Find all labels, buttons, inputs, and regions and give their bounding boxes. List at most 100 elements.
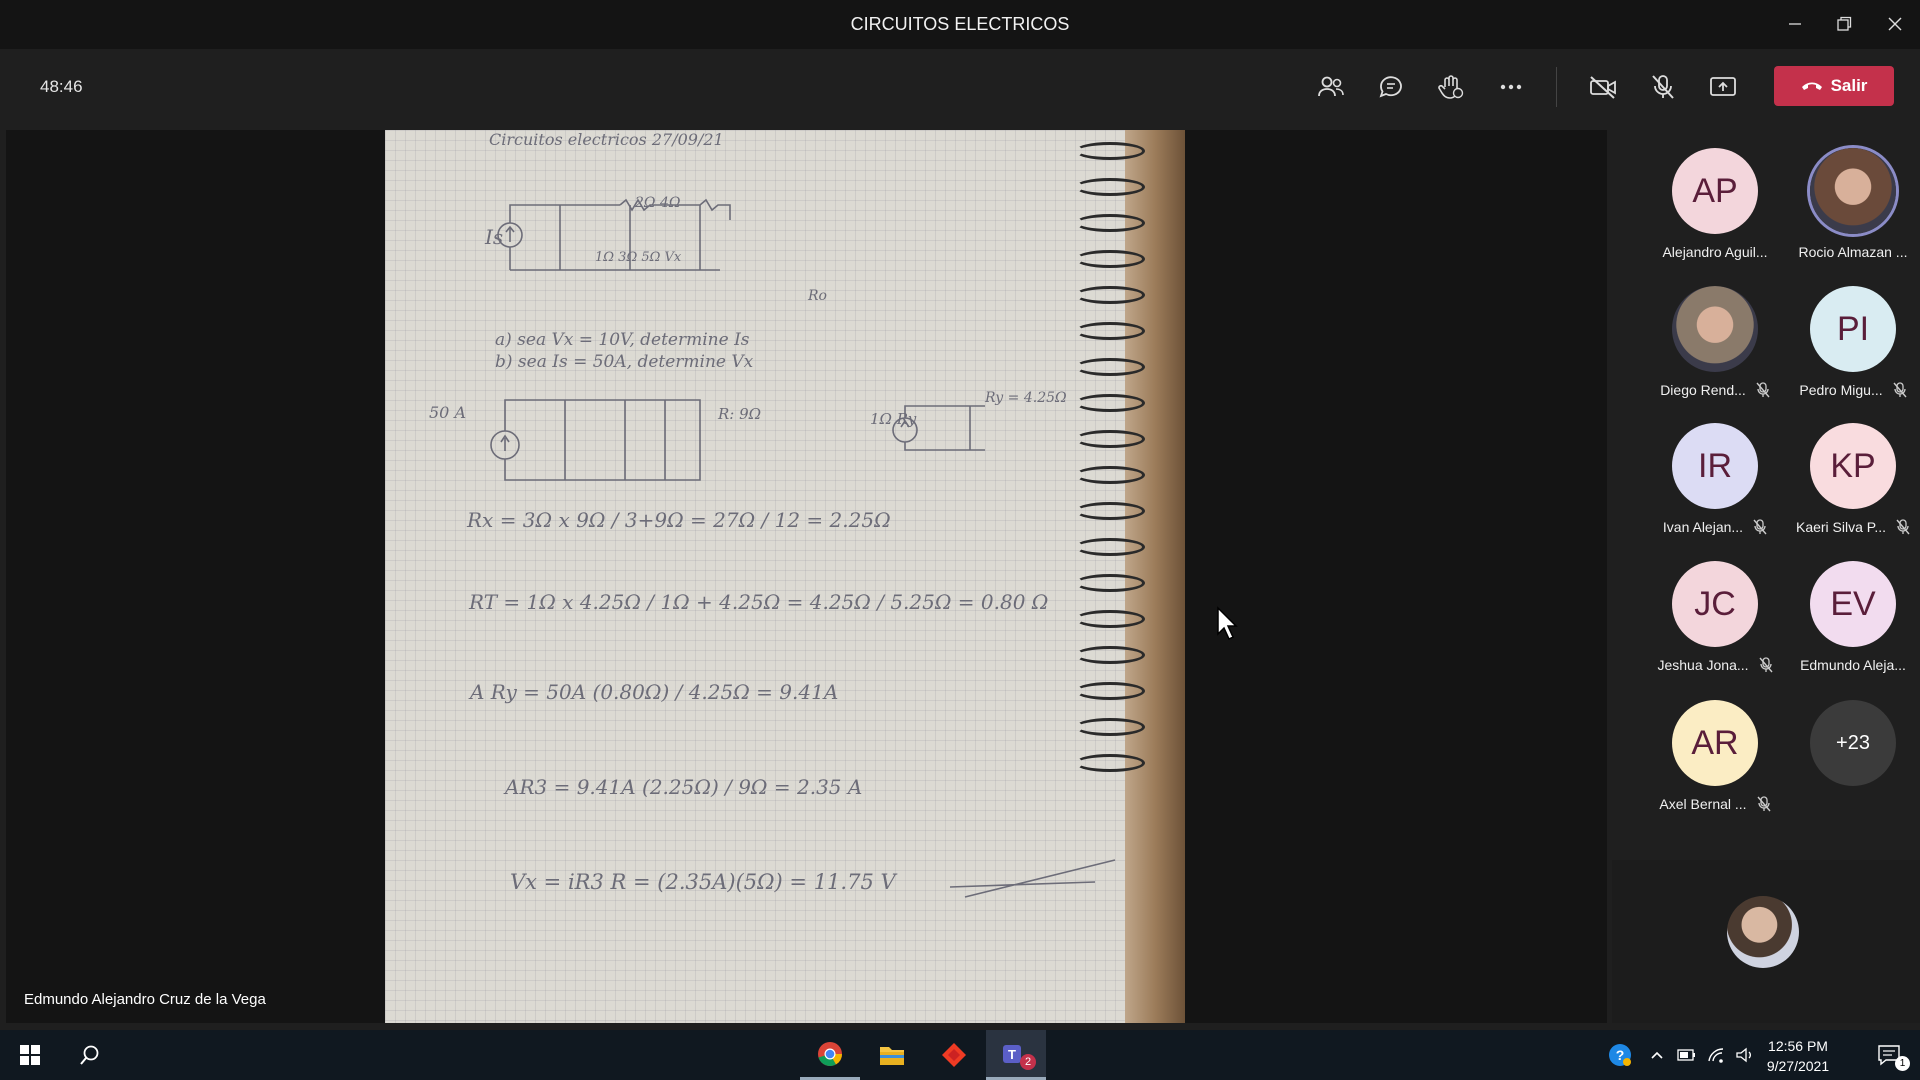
- participant-avatar: EV: [1810, 561, 1896, 647]
- window-title: CIRCUITOS ELECTRICOS: [850, 14, 1070, 34]
- anydesk-taskbar-app[interactable]: [924, 1030, 984, 1080]
- participant-card[interactable]: EV Edmundo Aleja...: [1783, 561, 1920, 691]
- reactions-button[interactable]: [1431, 69, 1471, 105]
- muted-mic-icon: [1893, 382, 1907, 398]
- share-screen-button[interactable]: [1703, 69, 1743, 105]
- participant-avatar: JC: [1672, 561, 1758, 647]
- self-avatar: [1727, 896, 1799, 968]
- windows-taskbar: T 2 ? 12:56 PM 9/27/2021 1: [0, 1030, 1920, 1080]
- notebook-line: AR3 = 9.41A (2.25Ω) / 9Ω = 2.35 A: [505, 775, 863, 799]
- folder-icon: [880, 1047, 904, 1065]
- self-view: [1612, 860, 1920, 1023]
- notebook-line: Vx = iR3 R = (2.35A)(5Ω) = 11.75 V: [510, 870, 896, 894]
- circuit-diagram-1: [497, 198, 731, 271]
- participant-card[interactable]: AR Axel Bernal ...: [1645, 700, 1785, 830]
- battery-tray-icon[interactable]: [1672, 1030, 1702, 1080]
- participant-card[interactable]: Diego Rend...: [1645, 286, 1785, 416]
- participant-photo: [1672, 286, 1758, 372]
- file-explorer-taskbar-app[interactable]: [862, 1030, 922, 1080]
- taskbar-clock[interactable]: 12:56 PM 9/27/2021: [1758, 1036, 1838, 1076]
- notebook-line: Circuitos electricos 27/09/21: [489, 130, 724, 149]
- muted-mic-icon: [1758, 657, 1773, 673]
- participant-card[interactable]: KP Kaeri Silva P...: [1783, 423, 1920, 553]
- participant-name: Ivan Alejan...: [1662, 519, 1744, 535]
- participant-name-row: Axel Bernal ...: [1645, 796, 1785, 812]
- participant-name-row: Alejandro Aguil...: [1645, 244, 1785, 260]
- chrome-taskbar-app[interactable]: [800, 1030, 860, 1080]
- spiral-ring: [1075, 682, 1145, 700]
- participant-name-row: Pedro Migu...: [1783, 382, 1920, 398]
- spiral-ring: [1075, 754, 1145, 772]
- spiral-ring: [1075, 646, 1145, 664]
- participant-name-row: Diego Rend...: [1645, 382, 1785, 398]
- help-tray-icon[interactable]: ?: [1600, 1030, 1640, 1080]
- spiral-ring: [1075, 178, 1145, 196]
- notebook-line: Ro: [808, 288, 827, 304]
- minimize-button[interactable]: [1780, 10, 1810, 38]
- start-button[interactable]: [0, 1030, 60, 1080]
- more-actions-button[interactable]: [1491, 69, 1531, 105]
- ellipsis-icon: [1500, 84, 1522, 90]
- notebook-line: Is: [485, 225, 504, 249]
- teams-badge: 2: [1020, 1054, 1036, 1070]
- spiral-ring: [1075, 322, 1145, 340]
- share-icon: [1710, 77, 1736, 96]
- participant-card[interactable]: Rocio Almazan ...: [1783, 148, 1920, 278]
- chat-button[interactable]: [1371, 69, 1411, 105]
- spiral-ring: [1075, 610, 1145, 628]
- help-icon: ?: [1609, 1044, 1631, 1066]
- title-bar: CIRCUITOS ELECTRICOS: [0, 0, 1920, 49]
- participant-name-row: Rocio Almazan ...: [1783, 244, 1920, 260]
- notebook-line: 50 A: [429, 403, 466, 422]
- wifi-icon: [1708, 1048, 1724, 1063]
- people-icon: [1318, 76, 1344, 97]
- muted-mic-icon: [1896, 519, 1910, 535]
- participant-card[interactable]: AP Alejandro Aguil...: [1645, 148, 1785, 278]
- close-button[interactable]: [1880, 10, 1910, 38]
- notebook-line: RT = 1Ω x 4.25Ω / 1Ω + 4.25Ω = 4.25Ω / 5…: [469, 590, 1049, 614]
- taskbar-search-button[interactable]: [60, 1030, 120, 1080]
- spiral-ring: [1075, 214, 1145, 232]
- svg-text:?: ?: [1616, 1047, 1625, 1063]
- participants-button[interactable]: [1311, 69, 1351, 105]
- notebook-line: b) sea Is = 50A, determine Vx: [495, 352, 754, 372]
- camera-toggle-button[interactable]: [1583, 69, 1623, 105]
- spiral-ring: [1075, 358, 1145, 376]
- action-center-button[interactable]: 1: [1860, 1030, 1920, 1080]
- notebook-line: Ry = 4.25Ω: [985, 390, 1067, 406]
- participant-name: Rocio Almazan ...: [1798, 244, 1908, 260]
- notebook-line: Rx = 3Ω x 9Ω / 3+9Ω = 27Ω / 12 = 2.25Ω: [467, 508, 891, 532]
- restore-button[interactable]: [1829, 10, 1859, 38]
- participant-name-row: Jeshua Jona...: [1645, 657, 1785, 673]
- teams-taskbar-app[interactable]: T 2: [986, 1030, 1046, 1080]
- participant-name: Jeshua Jona...: [1657, 657, 1749, 673]
- meeting-toolbar: 48:46 Salir: [0, 49, 1920, 125]
- tray-overflow-button[interactable]: [1642, 1030, 1672, 1080]
- participant-avatar: IR: [1672, 423, 1758, 509]
- participant-card[interactable]: JC Jeshua Jona...: [1645, 561, 1785, 691]
- leave-button[interactable]: Salir: [1774, 66, 1894, 106]
- spiral-ring: [1075, 574, 1145, 592]
- svg-text:T: T: [1008, 1047, 1016, 1062]
- camera-off-icon: [1590, 76, 1616, 99]
- participant-name: Edmundo Aleja...: [1800, 657, 1906, 673]
- participant-card[interactable]: PI Pedro Migu...: [1783, 286, 1920, 416]
- mic-off-icon: [1652, 75, 1674, 99]
- presenter-name-label: Edmundo Alejandro Cruz de la Vega: [16, 985, 274, 1014]
- spiral-ring: [1075, 250, 1145, 268]
- muted-mic-icon: [1757, 796, 1771, 812]
- wifi-tray-icon[interactable]: [1702, 1030, 1732, 1080]
- more-participants-button[interactable]: +23: [1783, 700, 1920, 830]
- mic-toggle-button[interactable]: [1643, 69, 1683, 105]
- participant-card[interactable]: IR Ivan Alejan...: [1645, 423, 1785, 553]
- notebook-line: 1Ω Ry: [870, 410, 917, 428]
- windows-logo-icon: [20, 1045, 40, 1065]
- muted-mic-icon: [1753, 519, 1767, 535]
- clock-date: 9/27/2021: [1766, 1058, 1830, 1074]
- participant-avatar: AR: [1672, 700, 1758, 786]
- volume-tray-icon[interactable]: [1730, 1030, 1760, 1080]
- toolbar-divider: [1556, 67, 1557, 107]
- spiral-ring: [1075, 286, 1145, 304]
- speaker-icon: [1736, 1047, 1751, 1063]
- notebook-line: 2Ω 4Ω: [635, 195, 681, 211]
